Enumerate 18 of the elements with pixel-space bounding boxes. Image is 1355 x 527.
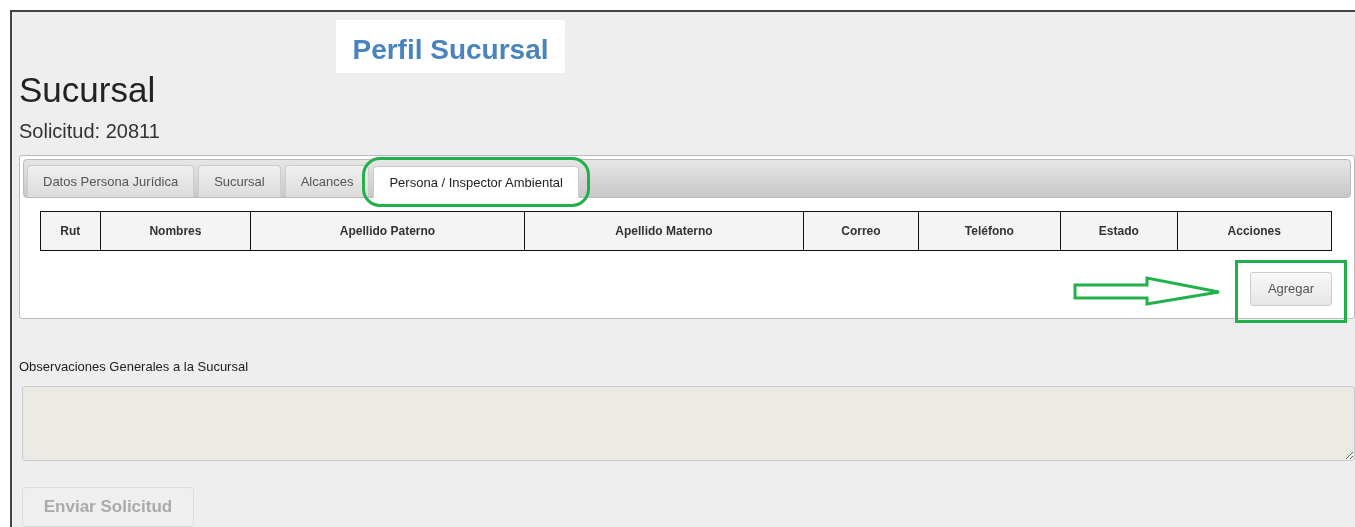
tab[interactable]: Alcances [284, 164, 370, 197]
column-header: Apellido Paterno [250, 211, 525, 251]
tab[interactable]: Sucursal [198, 164, 281, 197]
request-number: Solicitud: 20811 [19, 119, 160, 143]
column-header: Nombres [100, 211, 251, 251]
page-heading: Sucursal [19, 69, 156, 110]
column-header: Teléfono [918, 211, 1061, 251]
column-header: Apellido Materno [524, 211, 804, 251]
column-header: Estado [1060, 211, 1178, 251]
column-header: Correo [803, 211, 919, 251]
observations-field[interactable] [22, 386, 1355, 462]
tab[interactable]: Datos Persona Jurídica [27, 164, 195, 197]
observations-label: Observaciones Generales a la Sucursal [19, 359, 249, 375]
column-header: Rut [40, 211, 101, 251]
tab[interactable]: Persona / Inspector Ambiental [373, 165, 579, 198]
column-header: Acciones [1177, 211, 1332, 251]
add-button[interactable]: Agregar [1250, 271, 1332, 306]
banner-title: Perfil Sucursal [352, 34, 549, 66]
